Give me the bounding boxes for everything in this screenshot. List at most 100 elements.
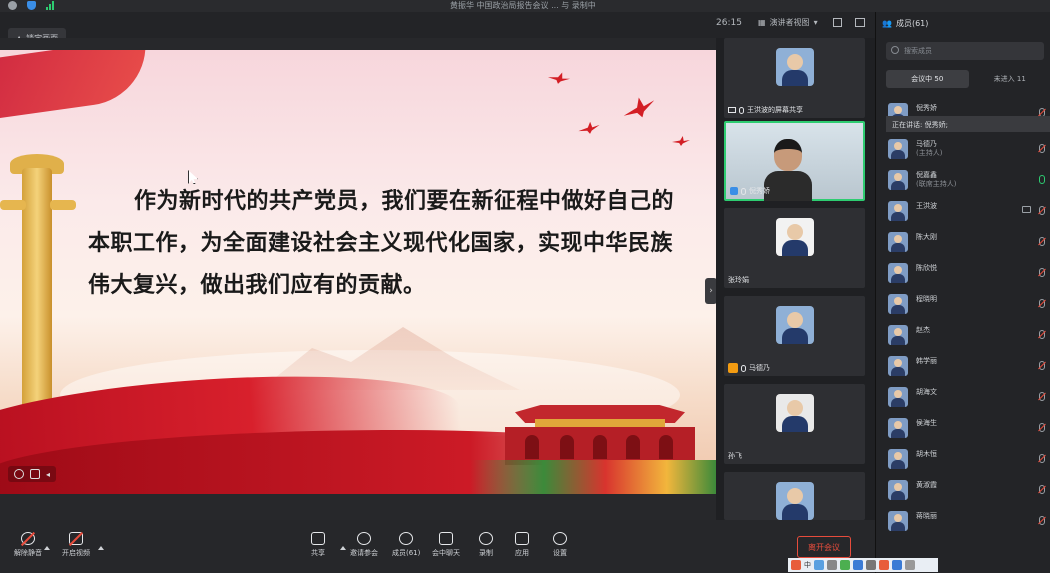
mic-muted-icon[interactable] — [1039, 299, 1045, 308]
mic-muted-icon[interactable] — [1039, 144, 1045, 153]
tray-icon[interactable] — [892, 560, 902, 570]
tray-icon[interactable] — [853, 560, 863, 570]
chevron-left-icon[interactable]: ◂ — [46, 470, 50, 479]
mic-muted-icon[interactable] — [1039, 268, 1045, 277]
mic-muted-icon[interactable] — [1039, 237, 1045, 246]
video-options-caret[interactable] — [98, 546, 104, 550]
video-tile[interactable] — [724, 472, 865, 520]
member-row[interactable]: 陈大刚 — [886, 229, 1050, 253]
decor-ribbon — [0, 50, 154, 123]
member-row[interactable]: 黄淑霞 — [886, 477, 1050, 501]
mic-muted-icon[interactable] — [1039, 423, 1045, 432]
annotate-icon[interactable] — [14, 469, 24, 479]
video-tile[interactable]: 王洪波的屏幕共享 — [724, 38, 865, 118]
mic-muted-icon[interactable] — [1039, 206, 1045, 215]
video-tile[interactable]: 马德乃 — [724, 296, 865, 376]
avatar — [888, 263, 908, 283]
member-row[interactable]: 王洪波 — [886, 198, 1050, 222]
dove-icon — [672, 136, 690, 146]
member-row[interactable]: 倪嘉鑫 (联席主持人) — [886, 167, 1050, 191]
mic-muted-icon[interactable] — [1039, 454, 1045, 463]
layout-toggle-icon[interactable] — [855, 18, 865, 27]
mic-icon — [741, 187, 746, 195]
camera-icon[interactable] — [1022, 206, 1031, 213]
start-video-button[interactable]: 开启视频 — [62, 532, 90, 558]
member-row[interactable]: 程晓明 — [886, 291, 1050, 315]
slide-controls[interactable]: ◂ — [8, 466, 57, 482]
ime-mode[interactable]: 中 — [804, 560, 811, 570]
mic-on-icon[interactable] — [1039, 175, 1045, 184]
tray-icon[interactable] — [827, 560, 837, 570]
member-name: 赵杰 — [916, 326, 930, 334]
view-mode-label: 演讲者视图 — [769, 18, 810, 27]
slide-text: 作为新时代的共产党员，我们要在新征程中做好自己的本职工作，为全面建设社会主义现代… — [88, 188, 675, 298]
member-row[interactable]: 胡海文 — [886, 384, 1050, 408]
screen-share-icon — [728, 107, 736, 113]
unmute-button[interactable]: 解除静音 — [14, 532, 42, 558]
avatar — [888, 139, 908, 159]
camera-off-icon — [69, 532, 83, 545]
network-signal-icon[interactable] — [46, 1, 54, 10]
tray-icon[interactable] — [814, 560, 824, 570]
member-row[interactable]: 胡木恒 — [886, 446, 1050, 470]
tray-icon[interactable] — [840, 560, 850, 570]
member-name: 韩学丽 — [916, 357, 937, 365]
tab-not-joined[interactable]: 未进入 11 — [969, 70, 1050, 88]
apps-button[interactable]: 应用 — [515, 532, 529, 558]
video-tile-active-speaker[interactable]: 倪秀娇 — [724, 121, 865, 201]
security-shield-icon[interactable] — [27, 1, 36, 10]
meeting-subbar — [0, 12, 875, 38]
host-badge-icon — [728, 363, 738, 373]
view-mode-button[interactable]: ▦ 演讲者视图 ▾ — [758, 17, 818, 28]
participant-video — [764, 137, 812, 201]
settings-button[interactable]: 设置 — [553, 532, 567, 558]
mic-icon — [739, 106, 744, 114]
leave-meeting-button[interactable]: 离开会议 — [797, 536, 851, 558]
tiananmen-gate-illustration — [505, 405, 695, 465]
member-row[interactable]: 韩学丽 — [886, 353, 1050, 377]
tile-label: 倪秀娇 — [730, 186, 770, 196]
share-options-caret[interactable] — [340, 546, 346, 550]
chevron-right-icon: › — [709, 286, 713, 296]
tray-icon[interactable] — [866, 560, 876, 570]
mic-muted-icon[interactable] — [1039, 392, 1045, 401]
tile-name: 王洪波的屏幕共享 — [747, 106, 803, 114]
mic-muted-icon[interactable] — [1039, 516, 1045, 525]
fullscreen-icon[interactable] — [833, 18, 842, 27]
record-icon — [479, 532, 493, 545]
audio-options-caret[interactable] — [44, 546, 50, 550]
chat-button[interactable]: 会中聊天 — [432, 532, 460, 558]
tab-in-meeting[interactable]: 会议中 50 — [886, 70, 969, 88]
video-tile[interactable]: 孙飞 — [724, 384, 865, 464]
mic-muted-icon[interactable] — [1039, 361, 1045, 370]
record-button[interactable]: 录制 — [479, 532, 493, 558]
mic-muted-icon[interactable] — [1039, 485, 1045, 494]
members-button[interactable]: 成员(61) — [392, 532, 420, 558]
chat-bubble-icon[interactable] — [30, 469, 40, 479]
avatar — [775, 306, 814, 344]
members-label: 成员(61) — [392, 549, 421, 557]
chat-icon — [439, 532, 453, 545]
member-search-input[interactable]: 搜索成员 — [886, 42, 1044, 60]
member-row[interactable]: 陈欣悦 — [886, 260, 1050, 284]
member-row[interactable]: 蒋晓丽 — [886, 508, 1050, 532]
member-name: 陈大刚 — [916, 233, 937, 241]
invite-button[interactable]: 邀请参会 — [350, 532, 378, 558]
grid-icon: ▦ — [758, 18, 766, 27]
shared-slide: 作为新时代的共产党员，我们要在新征程中做好自己的本职工作，为全面建设社会主义现代… — [0, 50, 716, 494]
status-icons — [8, 1, 54, 10]
tray-icon[interactable] — [905, 560, 915, 570]
share-button[interactable]: 共享 — [311, 532, 325, 558]
member-row[interactable]: 侯海生 — [886, 415, 1050, 439]
search-placeholder: 搜索成员 — [904, 47, 932, 55]
member-row[interactable]: 马德乃 (主持人) — [886, 136, 1050, 160]
mic-muted-icon[interactable] — [1039, 330, 1045, 339]
tile-label: 马德乃 — [728, 363, 770, 373]
gear-icon — [553, 532, 567, 545]
ime-logo-icon[interactable] — [791, 560, 801, 570]
tray-icon[interactable] — [879, 560, 889, 570]
avatar — [775, 482, 814, 520]
info-icon[interactable] — [8, 1, 17, 10]
video-tile[interactable]: 张玲娟 — [724, 208, 865, 288]
member-row[interactable]: 赵杰 — [886, 322, 1050, 346]
